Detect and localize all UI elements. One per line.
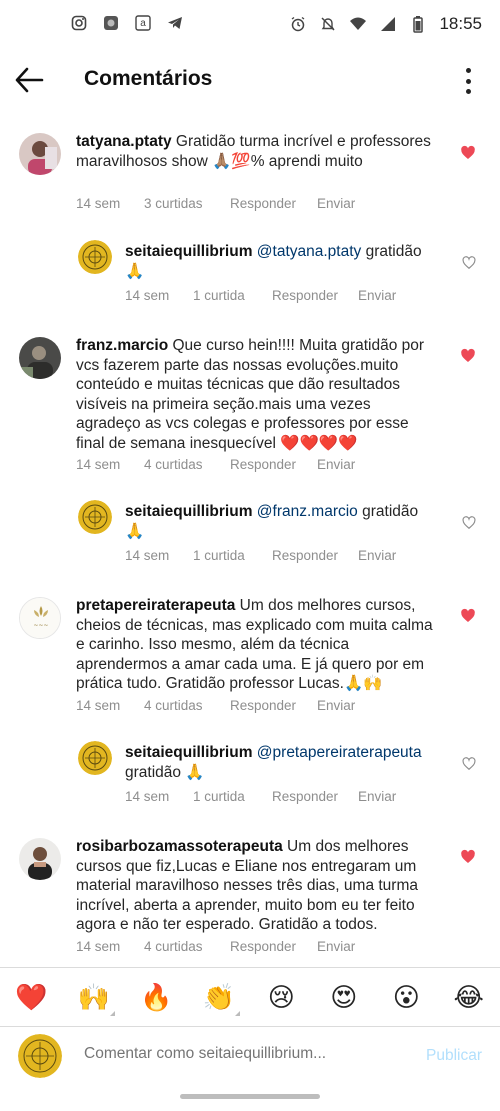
app-header: Comentários <box>0 50 500 112</box>
comment-meta: 14 sem 4 curtidas Responder Enviar <box>76 698 355 713</box>
comment-meta: 14 sem 1 curtida Responder Enviar <box>125 288 396 303</box>
comment-text: Que curso hein!!!! Muita gratidão por vc… <box>76 337 425 452</box>
status-bar: a 18:55 <box>0 0 500 50</box>
reaction-raised-hands[interactable]: 🙌 <box>63 968 126 1026</box>
more-options-button[interactable] <box>460 68 476 94</box>
comment-meta: 14 sem 3 curtidas Responder Enviar <box>76 196 355 211</box>
arrow-left-icon <box>15 67 44 93</box>
skin-tone-indicator <box>110 1010 115 1016</box>
comment-meta: 14 sem 1 curtida Responder Enviar <box>125 789 396 804</box>
instagram-icon <box>70 14 88 32</box>
avatar[interactable] <box>19 133 61 175</box>
comment-time: 14 sem <box>125 789 170 804</box>
mute-icon <box>319 15 337 33</box>
reaction-heart-eyes[interactable]: 😍 <box>313 968 376 1026</box>
reply-button[interactable]: Responder <box>272 548 358 563</box>
reply-button[interactable]: Responder <box>230 196 317 211</box>
likes-count[interactable]: 4 curtidas <box>144 457 230 472</box>
comment-username[interactable]: seitaiequillibrium <box>125 744 252 761</box>
comment-username[interactable]: tatyana.ptaty <box>76 133 172 150</box>
comment-username[interactable]: rosibarbozamassoterapeuta <box>76 838 283 855</box>
avatar[interactable] <box>19 838 61 880</box>
comment-input[interactable] <box>84 1045 384 1063</box>
reaction-heart[interactable]: ❤️ <box>0 968 63 1026</box>
send-button[interactable]: Enviar <box>317 457 355 472</box>
send-button[interactable]: Enviar <box>358 288 396 303</box>
svg-text:~~~: ~~~ <box>33 622 48 629</box>
comment-time: 14 sem <box>76 457 121 472</box>
reaction-crying[interactable]: 😢 <box>250 968 313 1026</box>
mention-link[interactable]: @pretapereiraterapeuta <box>257 744 422 761</box>
send-button[interactable]: Enviar <box>358 789 396 804</box>
app-icon <box>102 14 120 32</box>
send-button[interactable]: Enviar <box>317 939 355 954</box>
amazon-icon: a <box>134 14 152 32</box>
likes-count[interactable]: 1 curtida <box>193 548 272 563</box>
likes-count[interactable]: 1 curtida <box>193 288 272 303</box>
likes-count[interactable]: 4 curtidas <box>144 698 230 713</box>
back-button[interactable] <box>14 66 50 96</box>
quick-reactions-bar: ❤️ 🙌 🔥 👏 😢 😍 😮 😂 <box>0 967 500 1025</box>
comment-meta: 14 sem 4 curtidas Responder Enviar <box>76 457 355 472</box>
avatar[interactable] <box>78 500 112 534</box>
reaction-surprised[interactable]: 😮 <box>375 968 438 1026</box>
heart-outline-icon[interactable] <box>462 757 476 771</box>
likes-count[interactable]: 3 curtidas <box>144 196 230 211</box>
reply-button[interactable]: Responder <box>230 939 317 954</box>
publish-button[interactable]: Publicar <box>426 1047 482 1065</box>
reply-button[interactable]: Responder <box>230 698 317 713</box>
wifi-icon <box>349 15 367 33</box>
alarm-icon <box>289 15 307 33</box>
likes-count[interactable]: 1 curtida <box>193 789 272 804</box>
heart-outline-icon[interactable] <box>462 256 476 270</box>
telegram-icon <box>166 14 184 32</box>
signal-icon <box>379 15 397 33</box>
comment-username[interactable]: pretapereiraterapeuta <box>76 597 235 614</box>
mention-link[interactable]: @tatyana.ptaty <box>257 243 362 260</box>
heart-filled-icon[interactable] <box>460 348 476 364</box>
avatar[interactable]: ~~~ <box>19 597 61 639</box>
comment-composer: Publicar <box>0 1026 500 1088</box>
reply-button[interactable]: Responder <box>272 789 358 804</box>
comment-username[interactable]: franz.marcio <box>76 337 168 354</box>
heart-outline-icon[interactable] <box>462 516 476 530</box>
send-button[interactable]: Enviar <box>317 698 355 713</box>
heart-filled-icon[interactable] <box>460 849 476 865</box>
avatar[interactable] <box>19 337 61 379</box>
comment-time: 14 sem <box>76 939 121 954</box>
page-title: Comentários <box>84 67 213 90</box>
comment-time: 14 sem <box>125 548 170 563</box>
send-button[interactable]: Enviar <box>317 196 355 211</box>
reaction-fire[interactable]: 🔥 <box>125 968 188 1026</box>
avatar <box>18 1034 62 1078</box>
reply-button[interactable]: Responder <box>272 288 358 303</box>
gesture-navigation-bar[interactable] <box>180 1094 320 1099</box>
comment-time: 14 sem <box>125 288 170 303</box>
comment-time: 14 sem <box>76 698 121 713</box>
send-button[interactable]: Enviar <box>358 548 396 563</box>
comment-username[interactable]: seitaiequillibrium <box>125 243 252 260</box>
more-vertical-icon <box>465 68 471 73</box>
reaction-laughing[interactable]: 😂 <box>438 968 500 1026</box>
avatar[interactable] <box>78 240 112 274</box>
comment-text: gratidão 🙏 <box>125 763 205 781</box>
clock: 18:55 <box>439 14 482 33</box>
likes-count[interactable]: 4 curtidas <box>144 939 230 954</box>
reply-button[interactable]: Responder <box>230 457 317 472</box>
mention-link[interactable]: @franz.marcio <box>257 503 358 520</box>
svg-text:a: a <box>140 18 146 29</box>
reaction-clap[interactable]: 👏 <box>188 968 251 1026</box>
avatar[interactable] <box>78 741 112 775</box>
comment-time: 14 sem <box>76 196 121 211</box>
heart-filled-icon[interactable] <box>460 608 476 624</box>
comment-meta: 14 sem 1 curtida Responder Enviar <box>125 548 396 563</box>
battery-icon <box>409 15 427 33</box>
comment-username[interactable]: seitaiequillibrium <box>125 503 252 520</box>
skin-tone-indicator <box>235 1010 240 1016</box>
heart-filled-icon[interactable] <box>460 145 476 161</box>
comment-meta: 14 sem 4 curtidas Responder Enviar <box>76 939 355 954</box>
